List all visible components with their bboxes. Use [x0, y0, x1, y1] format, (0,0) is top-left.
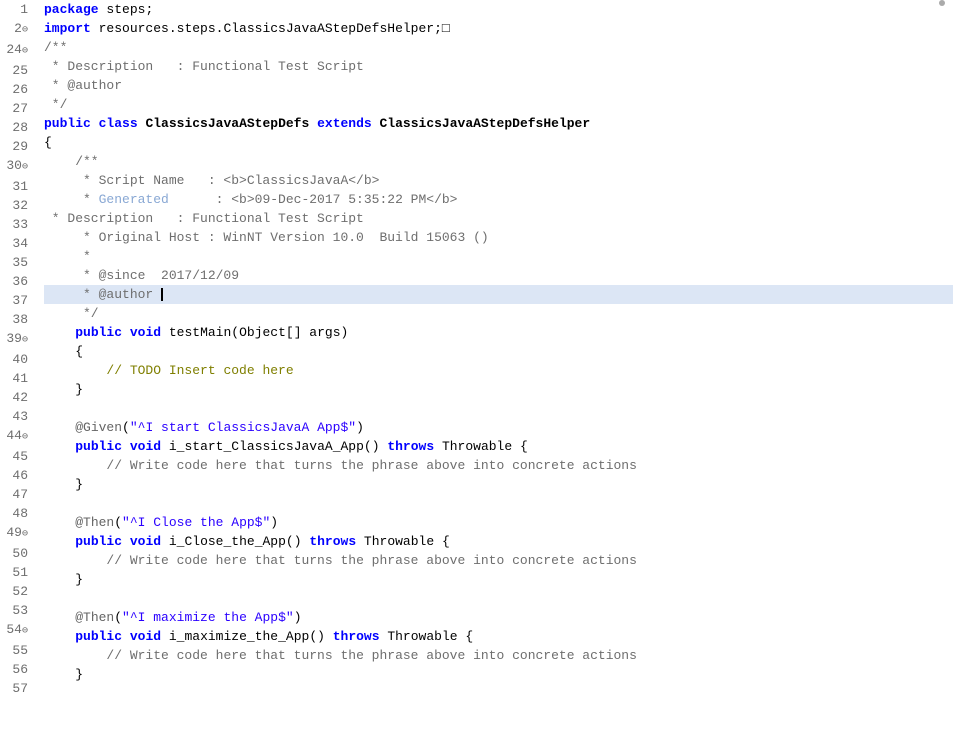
line-number: 41: [4, 369, 28, 388]
code-line[interactable]: public void testMain(Object[] args): [44, 323, 953, 342]
code-line[interactable]: @Given("^I start ClassicsJavaA App$"): [44, 418, 953, 437]
line-number: 55: [4, 641, 28, 660]
line-number: 29: [4, 137, 28, 156]
line-number: 44⊖: [4, 426, 28, 447]
code-line[interactable]: import resources.steps.ClassicsJavaAStep…: [44, 19, 953, 38]
line-number: 45: [4, 447, 28, 466]
code-line[interactable]: }: [44, 570, 953, 589]
code-line[interactable]: public class ClassicsJavaAStepDefs exten…: [44, 114, 953, 133]
code-line[interactable]: * @author: [44, 285, 953, 304]
code-line[interactable]: }: [44, 665, 953, 684]
code-line[interactable]: */: [44, 95, 953, 114]
code-line[interactable]: * @since 2017/12/09: [44, 266, 953, 285]
line-number: 38: [4, 310, 28, 329]
code-line[interactable]: /**: [44, 38, 953, 57]
line-number: 53: [4, 601, 28, 620]
code-line[interactable]: * Generated : <b>09-Dec-2017 5:35:22 PM<…: [44, 190, 953, 209]
code-line[interactable]: // Write code here that turns the phrase…: [44, 646, 953, 665]
line-number: 35: [4, 253, 28, 272]
code-line[interactable]: * Description : Functional Test Script: [44, 209, 953, 228]
line-number: 56: [4, 660, 28, 679]
code-line[interactable]: /**: [44, 152, 953, 171]
line-number: 57: [4, 679, 28, 698]
code-line[interactable]: {: [44, 342, 953, 361]
line-number: 32: [4, 196, 28, 215]
code-line[interactable]: *: [44, 247, 953, 266]
line-number: 51: [4, 563, 28, 582]
code-line[interactable]: * Original Host : WinNT Version 10.0 Bui…: [44, 228, 953, 247]
line-number: 30⊖: [4, 156, 28, 177]
code-line[interactable]: [44, 399, 953, 418]
code-line[interactable]: {: [44, 133, 953, 152]
line-number: 46: [4, 466, 28, 485]
line-number: 28: [4, 118, 28, 137]
line-number: 39⊖: [4, 329, 28, 350]
line-number: 25: [4, 61, 28, 80]
line-number: 54⊖: [4, 620, 28, 641]
line-number: 1: [4, 0, 28, 19]
line-number: 33: [4, 215, 28, 234]
code-line[interactable]: public void i_start_ClassicsJavaA_App() …: [44, 437, 953, 456]
line-number: 50: [4, 544, 28, 563]
line-number: 36: [4, 272, 28, 291]
line-number: 40: [4, 350, 28, 369]
line-number: 2⊖: [4, 19, 28, 40]
code-line[interactable]: // Write code here that turns the phrase…: [44, 551, 953, 570]
line-number: 43: [4, 407, 28, 426]
code-line[interactable]: * Script Name : <b>ClassicsJavaA</b>: [44, 171, 953, 190]
code-line[interactable]: */: [44, 304, 953, 323]
scroll-indicator: [939, 0, 945, 6]
code-line[interactable]: }: [44, 380, 953, 399]
code-line[interactable]: public void i_maximize_the_App() throws …: [44, 627, 953, 646]
code-line[interactable]: }: [44, 475, 953, 494]
line-number: 52: [4, 582, 28, 601]
line-numbers: 12⊖24⊖252627282930⊖313233343536373839⊖40…: [0, 0, 36, 733]
line-number: 27: [4, 99, 28, 118]
code-line[interactable]: package steps;: [44, 0, 953, 19]
line-number: 47: [4, 485, 28, 504]
line-number: 34: [4, 234, 28, 253]
line-number: 31: [4, 177, 28, 196]
line-number: 26: [4, 80, 28, 99]
code-line[interactable]: @Then("^I maximize the App$"): [44, 608, 953, 627]
line-number: 37: [4, 291, 28, 310]
code-line[interactable]: // Write code here that turns the phrase…: [44, 456, 953, 475]
code-content[interactable]: package steps;import resources.steps.Cla…: [36, 0, 953, 733]
code-editor: 12⊖24⊖252627282930⊖313233343536373839⊖40…: [0, 0, 953, 733]
code-line[interactable]: * @author: [44, 76, 953, 95]
code-line[interactable]: public void i_Close_the_App() throws Thr…: [44, 532, 953, 551]
line-number: 48: [4, 504, 28, 523]
line-number: 42: [4, 388, 28, 407]
line-number: 24⊖: [4, 40, 28, 61]
code-line[interactable]: @Then("^I Close the App$"): [44, 513, 953, 532]
code-line[interactable]: // TODO Insert code here: [44, 361, 953, 380]
code-line[interactable]: [44, 494, 953, 513]
code-line[interactable]: * Description : Functional Test Script: [44, 57, 953, 76]
code-line[interactable]: [44, 589, 953, 608]
line-number: 49⊖: [4, 523, 28, 544]
